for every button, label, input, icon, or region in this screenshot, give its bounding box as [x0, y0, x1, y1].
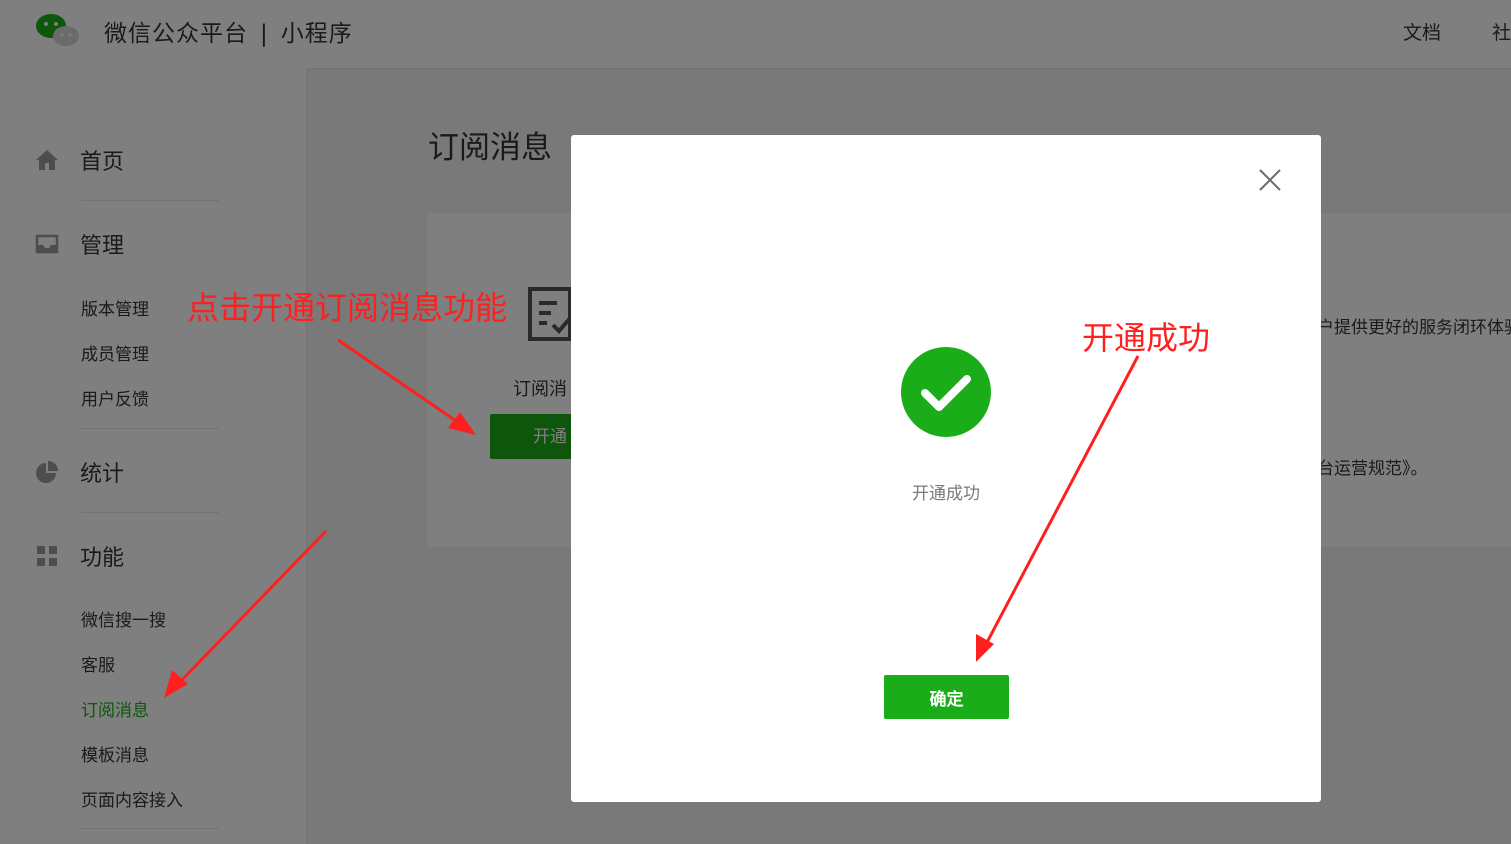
annotation-left-note: 点击开通订阅消息功能 — [187, 289, 508, 327]
confirm-button[interactable]: 确定 — [884, 675, 1009, 719]
close-icon[interactable] — [1255, 165, 1285, 195]
success-check-icon — [901, 347, 991, 437]
success-dialog: 开通成功 确定 — [571, 135, 1321, 802]
annotation-right-note: 开通成功 — [1082, 319, 1211, 357]
success-message: 开通成功 — [912, 484, 980, 504]
